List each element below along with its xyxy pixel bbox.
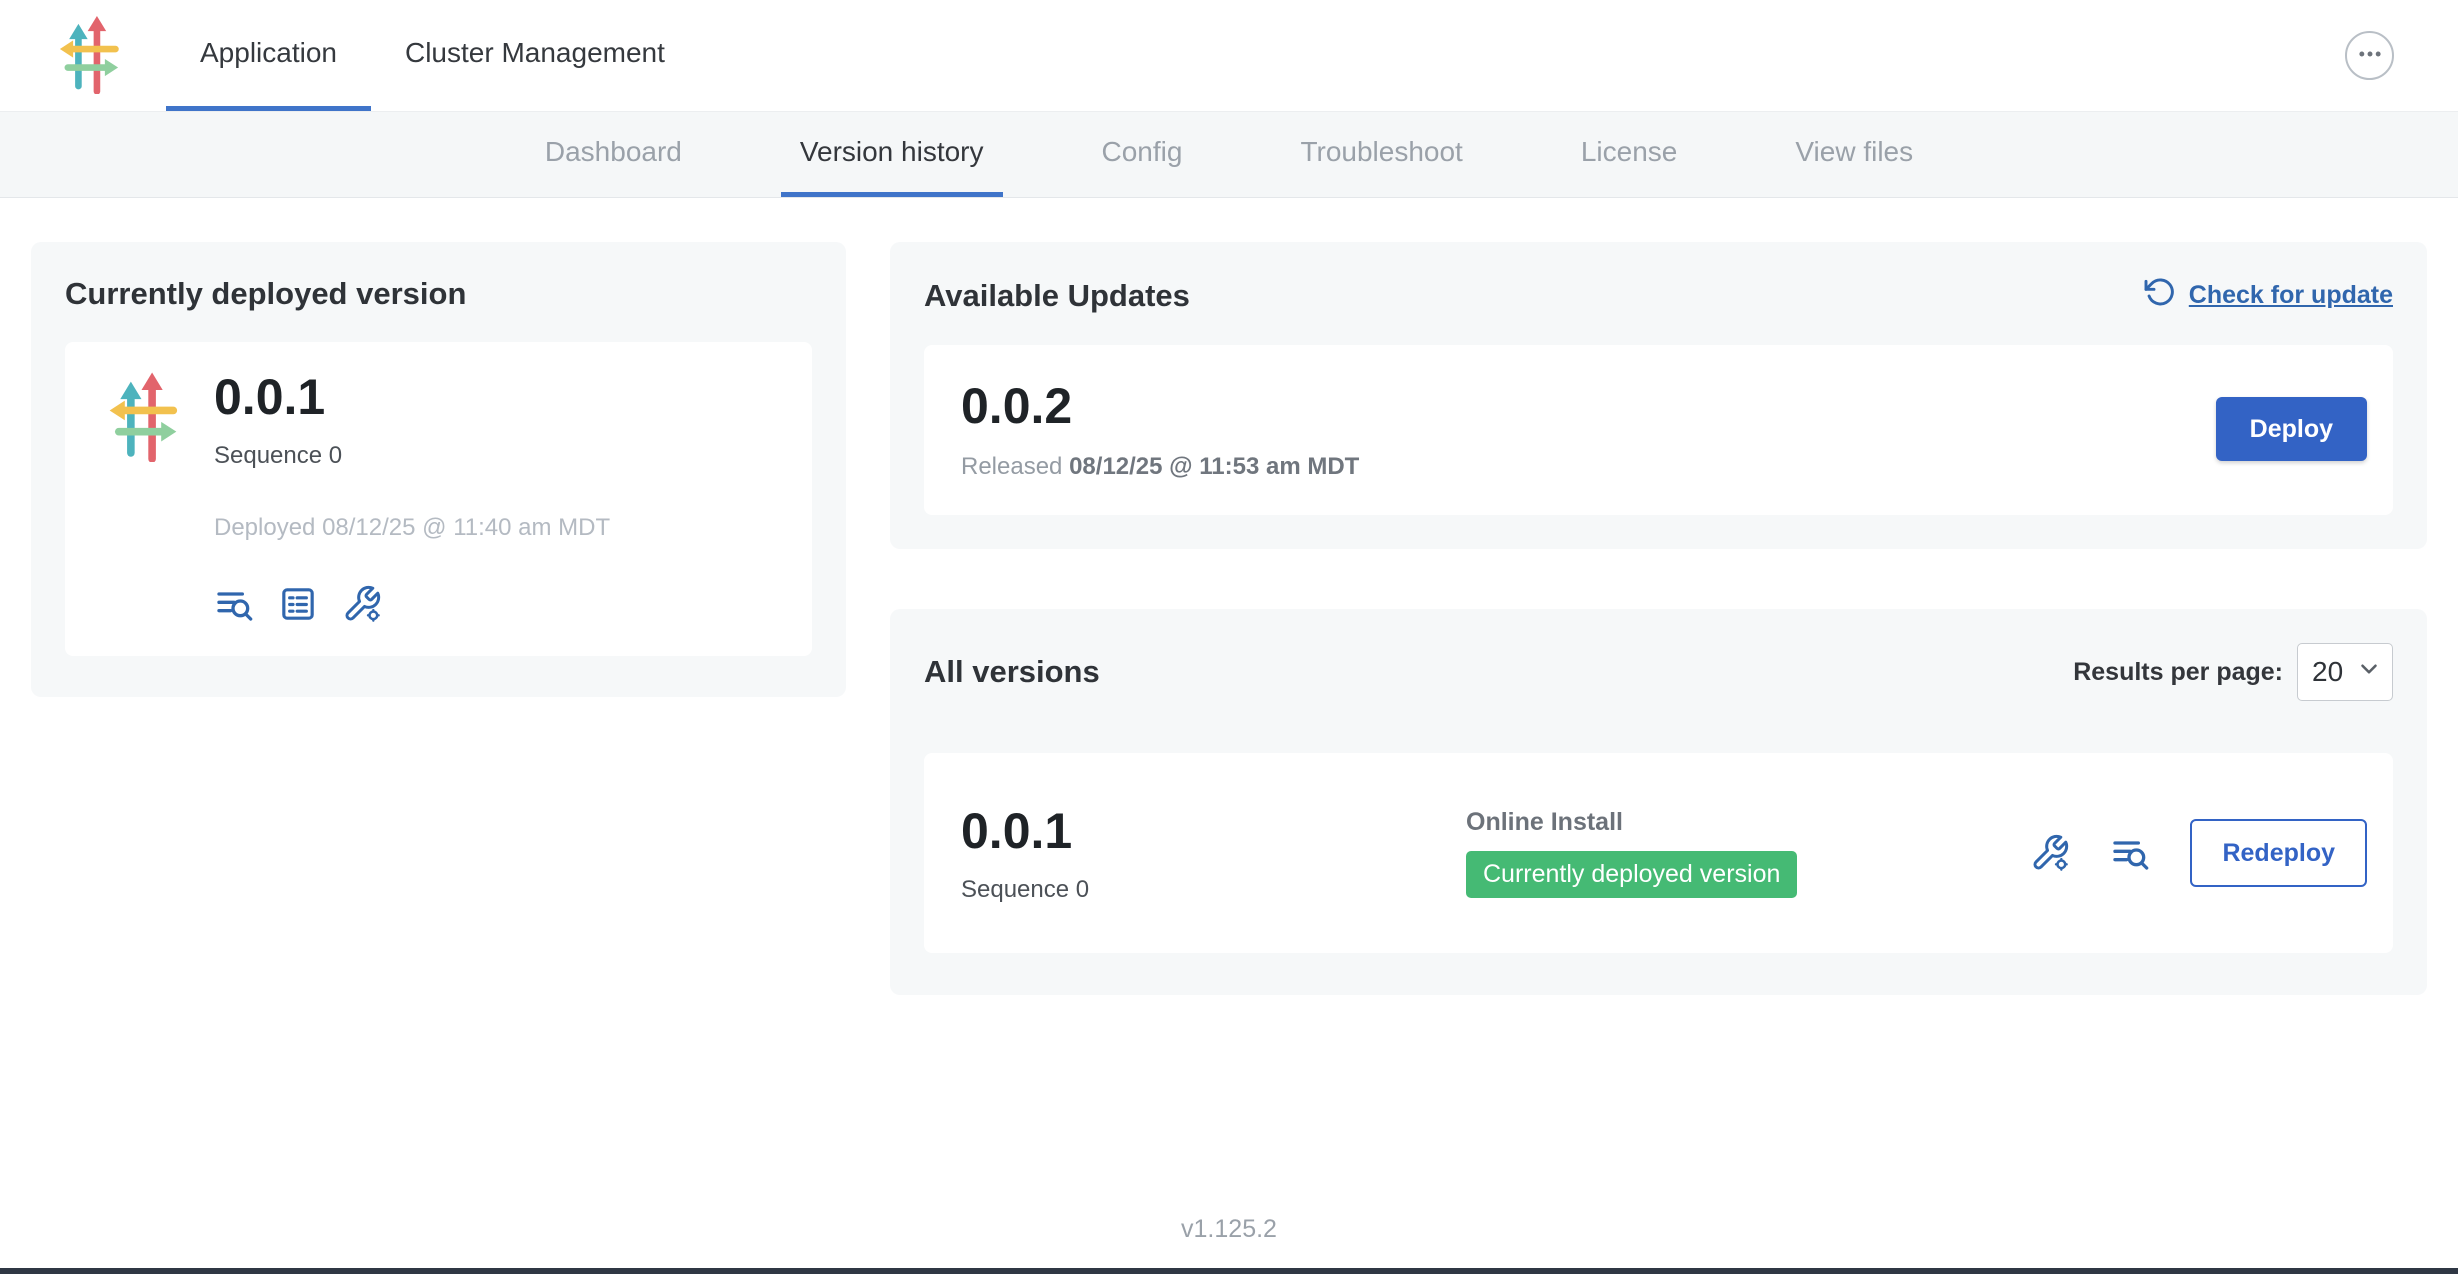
right-column: Available Updates Check for update 0.0.2 bbox=[890, 242, 2427, 995]
version-row-number: 0.0.1 bbox=[961, 802, 1466, 860]
available-updates-header: Available Updates Check for update bbox=[924, 276, 2393, 315]
released-prefix: Released bbox=[961, 453, 1062, 480]
header-right bbox=[2345, 0, 2458, 111]
checklist-icon bbox=[278, 584, 318, 624]
all-versions-card: All versions Results per page: 20 bbox=[890, 609, 2427, 995]
check-for-update-link[interactable]: Check for update bbox=[2144, 276, 2393, 315]
main-content: Currently deployed version 0.0.1 Sequenc… bbox=[0, 198, 2458, 1215]
update-details: 0.0.2 Released 08/12/25 @ 11:53 am MDT bbox=[961, 377, 1359, 481]
wrench-gear-icon bbox=[342, 584, 382, 624]
tab-config[interactable]: Config bbox=[1083, 112, 1202, 197]
tab-view-files[interactable]: View files bbox=[1776, 112, 1932, 197]
wrench-gear-icon bbox=[2030, 833, 2070, 873]
redeploy-button[interactable]: Redeploy bbox=[2190, 819, 2367, 887]
app-logo-icon bbox=[56, 12, 122, 99]
results-per-page-select[interactable]: 20 bbox=[2297, 643, 2393, 701]
app-logo[interactable] bbox=[56, 0, 122, 111]
results-per-page-label: Results per page: bbox=[2073, 658, 2283, 687]
available-updates-title: Available Updates bbox=[924, 278, 1190, 314]
header-tabs: Application Cluster Management bbox=[166, 0, 699, 111]
logs-search-icon bbox=[2110, 833, 2150, 873]
install-type-label: Online Install bbox=[1466, 808, 1797, 837]
released-date: 08/12/25 @ 11:53 am MDT bbox=[1069, 453, 1359, 480]
all-versions-title: All versions bbox=[924, 654, 1100, 690]
logs-search-icon bbox=[214, 584, 254, 624]
tab-license[interactable]: License bbox=[1562, 112, 1697, 197]
results-per-page: Results per page: 20 bbox=[2073, 643, 2393, 701]
ellipsis-icon bbox=[2356, 40, 2384, 71]
deployed-timestamp: Deployed 08/12/25 @ 11:40 am MDT bbox=[214, 514, 610, 542]
app-version-icon bbox=[96, 368, 190, 624]
tab-version-history[interactable]: Version history bbox=[781, 112, 1003, 197]
deployed-sequence: Sequence 0 bbox=[214, 442, 610, 470]
update-released-line: Released 08/12/25 @ 11:53 am MDT bbox=[961, 453, 1359, 481]
all-versions-header: All versions Results per page: 20 bbox=[924, 643, 2393, 701]
more-options-button[interactable] bbox=[2345, 31, 2394, 80]
deployed-version-details: 0.0.1 Sequence 0 Deployed 08/12/25 @ 11:… bbox=[214, 368, 610, 624]
deployed-version-number: 0.0.1 bbox=[214, 368, 610, 426]
results-per-page-value: 20 bbox=[2312, 656, 2343, 688]
version-row-details: 0.0.1 Sequence 0 bbox=[961, 802, 1466, 904]
update-version-number: 0.0.2 bbox=[961, 377, 1359, 435]
edit-deploy-settings-button[interactable] bbox=[342, 584, 382, 624]
check-for-update-label: Check for update bbox=[2189, 281, 2393, 310]
deployed-status-badge: Currently deployed version bbox=[1466, 851, 1797, 898]
row-edit-deploy-settings-button[interactable] bbox=[2030, 833, 2070, 873]
update-row: 0.0.2 Released 08/12/25 @ 11:53 am MDT D… bbox=[924, 345, 2393, 515]
refresh-icon bbox=[2144, 276, 2176, 315]
version-row-sequence: Sequence 0 bbox=[961, 876, 1466, 904]
deployed-version-panel: 0.0.1 Sequence 0 Deployed 08/12/25 @ 11:… bbox=[65, 342, 812, 656]
deploy-button[interactable]: Deploy bbox=[2216, 397, 2367, 461]
app-subnav: Dashboard Version history Config Trouble… bbox=[0, 112, 2458, 198]
row-view-logs-button[interactable] bbox=[2110, 833, 2150, 873]
console-version: v1.125.2 bbox=[0, 1215, 2458, 1268]
tab-cluster-management[interactable]: Cluster Management bbox=[371, 0, 699, 111]
version-row-actions: Redeploy bbox=[2030, 819, 2367, 887]
deployed-actions bbox=[214, 584, 610, 624]
version-row: 0.0.1 Sequence 0 Online Install Currentl… bbox=[924, 753, 2393, 953]
chevron-down-icon bbox=[2356, 656, 2382, 689]
deployed-card-title: Currently deployed version bbox=[65, 276, 812, 312]
bottom-edge-bar bbox=[0, 1268, 2458, 1274]
tab-application[interactable]: Application bbox=[166, 0, 371, 111]
deployed-version-card: Currently deployed version 0.0.1 Sequenc… bbox=[31, 242, 846, 697]
view-logs-button[interactable] bbox=[214, 584, 254, 624]
version-row-status: Online Install Currently deployed versio… bbox=[1466, 808, 1797, 898]
tab-troubleshoot[interactable]: Troubleshoot bbox=[1281, 112, 1481, 197]
app-header: Application Cluster Management bbox=[0, 0, 2458, 112]
tab-dashboard[interactable]: Dashboard bbox=[526, 112, 701, 197]
view-config-button[interactable] bbox=[278, 584, 318, 624]
available-updates-card: Available Updates Check for update 0.0.2 bbox=[890, 242, 2427, 549]
